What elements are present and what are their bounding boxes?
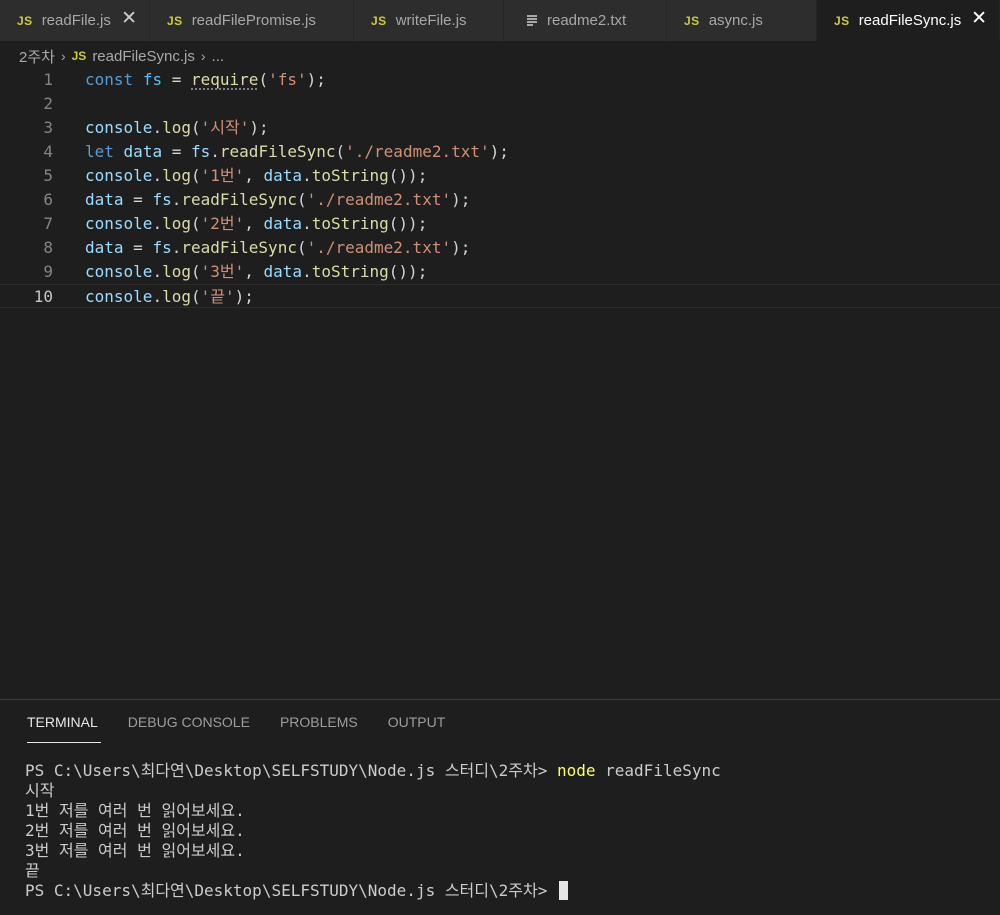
terminal-command-arg: readFileSync	[595, 761, 721, 780]
code-line[interactable]: 5 console.log('1번', data.toString());	[0, 164, 1000, 188]
line-number: 6	[43, 190, 53, 209]
tab-label: readFileSync.js	[858, 12, 962, 29]
tab-readme2[interactable]: readme2.txt	[504, 0, 667, 41]
terminal-output[interactable]: PS C:\Users\최다연\Desktop\SELFSTUDY\Node.j…	[25, 761, 721, 901]
tab-label: readme2.txt	[547, 12, 627, 29]
code-text: console.log('3번', data.toString());	[85, 262, 428, 281]
tab-readfilepromise[interactable]: JS readFilePromise.js	[150, 0, 354, 41]
tab-output[interactable]: OUTPUT	[388, 714, 446, 742]
js-file-icon: JS	[834, 13, 850, 28]
line-number: 1	[43, 70, 53, 89]
panel-tabs: TERMINAL DEBUG CONSOLE PROBLEMS OUTPUT	[27, 714, 475, 743]
js-file-icon: JS	[167, 13, 183, 28]
tab-label: readFilePromise.js	[191, 12, 316, 29]
code-line[interactable]: 8 data = fs.readFileSync('./readme2.txt')…	[0, 236, 1000, 260]
terminal-command-name: node	[556, 761, 596, 780]
tab-label: writeFile.js	[395, 12, 467, 29]
chevron-right-icon: ›	[60, 48, 66, 64]
code-line[interactable]: 4 let data = fs.readFileSync('./readme2.t…	[0, 140, 1000, 164]
js-file-icon: JS	[684, 13, 700, 28]
js-file-icon: JS	[371, 13, 387, 28]
terminal-output-line: 1번 저를 여러 번 읽어보세요.	[25, 801, 245, 820]
breadcrumb-more[interactable]: ...	[212, 48, 225, 65]
tab-terminal[interactable]: TERMINAL	[27, 714, 101, 743]
close-icon[interactable]: ✕	[971, 9, 987, 29]
terminal-output-line: 3번 저를 여러 번 읽어보세요.	[25, 841, 245, 860]
code-line[interactable]: 10 console.log('끝');	[0, 284, 1000, 308]
terminal-output-line: 2번 저를 여러 번 읽어보세요.	[25, 821, 245, 840]
code-line[interactable]: 3 console.log('시작');	[0, 116, 1000, 140]
tab-readfile[interactable]: JS readFile.js ✕	[0, 0, 150, 41]
code-line[interactable]: 9 console.log('3번', data.toString());	[0, 260, 1000, 284]
chevron-right-icon: ›	[200, 48, 206, 64]
code-line[interactable]: 1 const fs = require('fs');	[0, 68, 1000, 92]
code-text: data = fs.readFileSync('./readme2.txt');	[85, 238, 471, 257]
line-number: 9	[43, 262, 53, 281]
code-text: console.log('2번', data.toString());	[85, 214, 428, 233]
line-number: 10	[33, 287, 53, 306]
code-line[interactable]: 6 data = fs.readFileSync('./readme2.txt')…	[0, 188, 1000, 212]
line-number: 5	[43, 166, 53, 185]
line-number: 4	[43, 142, 53, 161]
terminal-cursor	[558, 881, 568, 900]
code-line[interactable]: 7 console.log('2번', data.toString());	[0, 212, 1000, 236]
breadcrumb-folder[interactable]: 2주차	[19, 46, 55, 67]
line-number: 7	[43, 214, 53, 233]
line-number: 3	[43, 118, 53, 137]
code-text: console.log('1번', data.toString());	[85, 166, 428, 185]
text-file-icon	[527, 15, 537, 26]
line-number: 2	[43, 94, 53, 113]
tab-async[interactable]: JS async.js	[667, 0, 817, 41]
close-icon[interactable]: ✕	[121, 9, 137, 29]
tab-problems[interactable]: PROBLEMS	[280, 714, 358, 742]
terminal-output-line: 끝	[25, 861, 40, 880]
tab-writefile[interactable]: JS writeFile.js	[354, 0, 504, 41]
tab-debug-console[interactable]: DEBUG CONSOLE	[128, 714, 250, 742]
code-text: console.log('끝');	[85, 287, 254, 306]
line-number: 8	[43, 238, 53, 257]
code-editor[interactable]: 1 const fs = require('fs'); 2 3 console.log(…	[0, 68, 1000, 698]
terminal-output-line: 시작	[25, 781, 55, 800]
code-text: const fs = require('fs');	[85, 70, 326, 89]
bottom-panel: TERMINAL DEBUG CONSOLE PROBLEMS OUTPUT P…	[0, 699, 1000, 915]
terminal-prompt: PS C:\Users\최다연\Desktop\SELFSTUDY\Node.j…	[25, 761, 557, 780]
editor-tab-bar: JS readFile.js ✕ JS readFilePromise.js J…	[0, 0, 1000, 41]
js-file-icon: JS	[71, 49, 87, 63]
code-text: console.log('시작');	[85, 118, 269, 137]
js-file-icon: JS	[17, 13, 33, 28]
code-line[interactable]: 2	[0, 92, 1000, 116]
breadcrumb: 2주차 › JS readFileSync.js › ...	[19, 45, 224, 67]
breadcrumb-file[interactable]: readFileSync.js	[92, 48, 195, 65]
tab-label: async.js	[708, 12, 763, 29]
tab-readfilesync[interactable]: JS readFileSync.js ✕	[817, 0, 1000, 41]
code-text: data = fs.readFileSync('./readme2.txt');	[85, 190, 471, 209]
terminal-prompt: PS C:\Users\최다연\Desktop\SELFSTUDY\Node.j…	[25, 881, 557, 900]
tab-label: readFile.js	[41, 12, 111, 29]
code-text: let data = fs.readFileSync('./readme2.tx…	[85, 142, 509, 161]
